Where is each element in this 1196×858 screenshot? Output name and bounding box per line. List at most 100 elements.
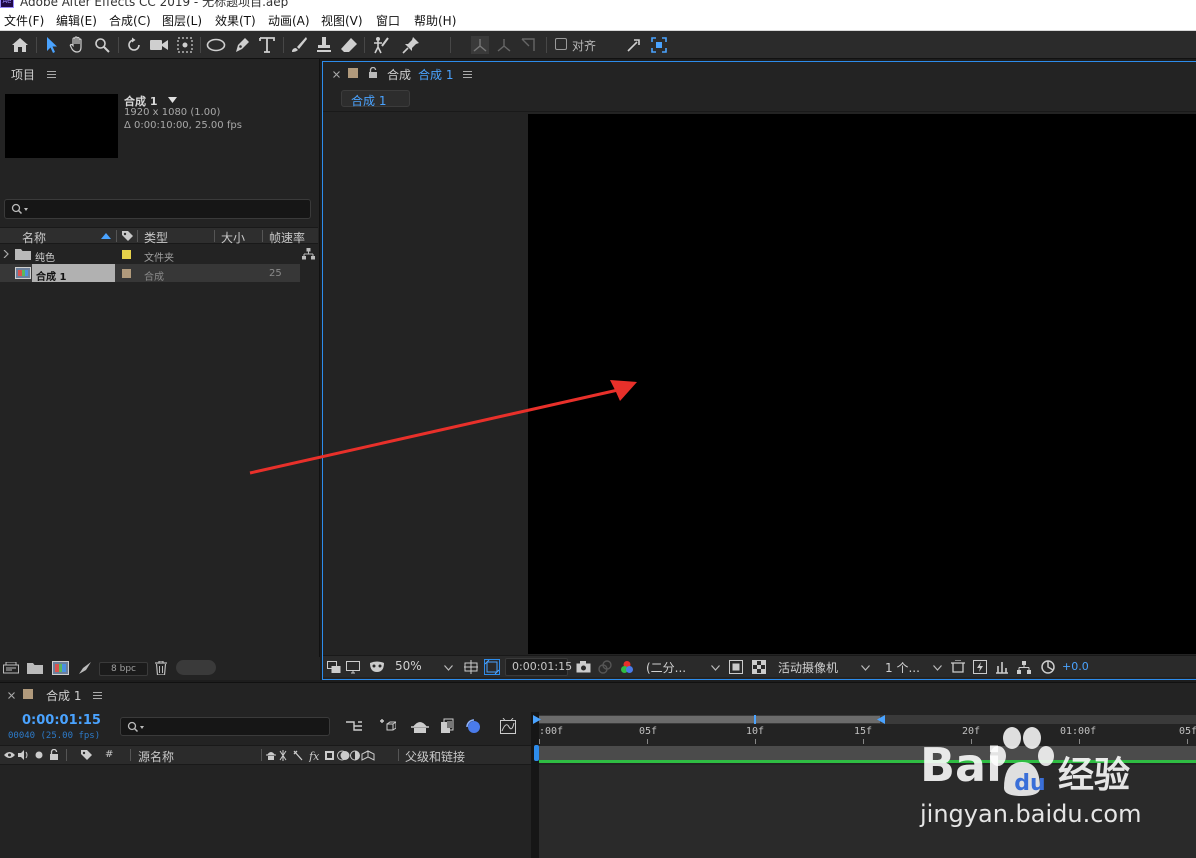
- resolution-dropdown[interactable]: (二分...: [646, 659, 686, 676]
- roto-brush-tool-icon[interactable]: [370, 35, 390, 55]
- work-area-start-handle[interactable]: [533, 715, 541, 724]
- column-size[interactable]: 大小: [221, 229, 245, 246]
- motion-blur-icon[interactable]: [465, 718, 481, 734]
- chevron-down-icon[interactable]: [711, 665, 720, 671]
- current-time-field[interactable]: 0:00:01:15: [505, 658, 572, 676]
- graph-editor-icon[interactable]: [500, 718, 516, 734]
- shy-layers-icon[interactable]: [411, 719, 429, 733]
- view-axis-mode-icon[interactable]: [518, 35, 538, 55]
- clone-stamp-tool-icon[interactable]: [314, 35, 334, 55]
- interpret-footage-icon[interactable]: [3, 662, 19, 674]
- label-color-swatch[interactable]: [122, 250, 131, 259]
- view-layout-dropdown[interactable]: 1 个...: [885, 659, 920, 676]
- project-item-row-selected[interactable]: 合成 1 合成 25: [0, 264, 300, 283]
- column-name[interactable]: 名称: [22, 229, 46, 246]
- close-icon[interactable]: [333, 71, 340, 78]
- current-time-indicator[interactable]: [534, 745, 539, 761]
- frame-blending-icon[interactable]: [440, 718, 456, 734]
- expand-arrow-icon[interactable]: [3, 250, 9, 258]
- menu-window[interactable]: 窗口: [376, 12, 400, 29]
- menu-file[interactable]: 文件(F): [4, 12, 44, 29]
- close-icon[interactable]: [8, 692, 15, 699]
- toggle-pixel-aspect-icon[interactable]: [950, 659, 966, 675]
- bit-depth-button[interactable]: 8 bpc: [99, 662, 148, 676]
- pen-tool-icon[interactable]: [232, 35, 252, 55]
- pan-behind-tool-icon[interactable]: [175, 35, 195, 55]
- snapshot-camera-icon[interactable]: [575, 659, 591, 675]
- project-search-input[interactable]: [4, 199, 311, 219]
- menu-animation[interactable]: 动画(A): [268, 12, 310, 29]
- panel-menu-icon[interactable]: [93, 692, 102, 699]
- selection-tool-icon[interactable]: [42, 35, 62, 55]
- puppet-pin-tool-icon[interactable]: [401, 35, 421, 55]
- zoom-value[interactable]: 50%: [395, 659, 422, 673]
- lock-icon[interactable]: [368, 67, 378, 78]
- project-item-row[interactable]: 纯色 文件夹: [0, 245, 318, 264]
- zoom-tool-icon[interactable]: [92, 35, 112, 55]
- comp-navigator-tab[interactable]: 合成 1: [341, 90, 410, 108]
- fast-previews-icon[interactable]: [972, 659, 988, 675]
- column-source-name[interactable]: 源名称: [138, 748, 174, 765]
- menu-view[interactable]: 视图(V): [321, 12, 363, 29]
- flowchart-icon[interactable]: [302, 248, 315, 260]
- panel-menu-icon[interactable]: [47, 71, 56, 78]
- menu-layer[interactable]: 图层(L): [162, 12, 202, 29]
- hand-tool-icon[interactable]: [67, 35, 87, 55]
- new-folder-icon[interactable]: [27, 662, 43, 674]
- audio-icon[interactable]: [18, 750, 29, 760]
- snap-checkbox[interactable]: [555, 38, 567, 50]
- menu-composition[interactable]: 合成(C): [109, 12, 151, 29]
- timeline-tab-name[interactable]: 合成 1: [46, 687, 81, 704]
- timeline-panel-divider[interactable]: [531, 712, 539, 858]
- color-channels-icon[interactable]: [619, 659, 635, 675]
- solo-icon[interactable]: [35, 751, 43, 759]
- project-settings-icon[interactable]: [78, 661, 92, 675]
- trash-icon[interactable]: [155, 661, 167, 675]
- video-visibility-icon[interactable]: [4, 751, 15, 759]
- reset-exposure-icon[interactable]: [1040, 659, 1056, 675]
- checkerboard-icon[interactable]: [751, 659, 767, 675]
- world-axis-mode-icon[interactable]: [494, 35, 514, 55]
- work-area-range[interactable]: [539, 716, 880, 723]
- transparency-grid-icon[interactable]: [484, 659, 500, 675]
- fit-to-view-icon[interactable]: [463, 659, 479, 675]
- local-axis-mode-icon[interactable]: [470, 35, 490, 55]
- ellipse-tool-icon[interactable]: [206, 35, 226, 55]
- always-preview-icon[interactable]: [326, 659, 342, 675]
- menu-edit[interactable]: 编辑(E): [56, 12, 97, 29]
- monitor-icon[interactable]: [345, 659, 361, 675]
- exposure-value[interactable]: +0.0: [1062, 660, 1089, 673]
- label-tag-icon[interactable]: [121, 230, 134, 242]
- label-color-swatch[interactable]: [122, 269, 131, 278]
- sort-ascending-icon[interactable]: [101, 233, 111, 239]
- panel-menu-icon[interactable]: [463, 71, 472, 78]
- snap-feature-icon[interactable]: [649, 35, 669, 55]
- comp-mini-flowchart-icon[interactable]: [345, 719, 363, 733]
- menu-help[interactable]: 帮助(H): [414, 12, 456, 29]
- timeline-search-input[interactable]: [120, 717, 330, 736]
- used-in-dropdown-icon[interactable]: [168, 97, 177, 103]
- new-composition-icon[interactable]: [52, 661, 69, 675]
- timeline-current-time[interactable]: 0:00:01:15: [22, 713, 101, 728]
- camera-view-dropdown[interactable]: 活动摄像机: [778, 659, 838, 676]
- mask-visibility-icon[interactable]: [369, 659, 385, 675]
- project-panel-title[interactable]: 项目: [11, 66, 35, 83]
- layer-switches-icons[interactable]: fx: [266, 749, 394, 762]
- draft-3d-icon[interactable]: [378, 717, 396, 735]
- thumbnail-zoom-slider[interactable]: [176, 660, 216, 675]
- region-of-interest-icon[interactable]: [728, 659, 744, 675]
- type-tool-icon[interactable]: [257, 35, 277, 55]
- chevron-down-icon[interactable]: [933, 665, 942, 671]
- viewer-tab-comp-name[interactable]: 合成 1: [418, 66, 453, 83]
- chevron-down-icon[interactable]: [861, 665, 870, 671]
- eraser-tool-icon[interactable]: [339, 35, 359, 55]
- brush-tool-icon[interactable]: [289, 35, 309, 55]
- column-parent-link[interactable]: 父级和链接: [405, 748, 465, 765]
- comp-flowchart-icon[interactable]: [1016, 659, 1032, 675]
- snap-options-icon[interactable]: [624, 35, 644, 55]
- show-snapshot-icon[interactable]: [597, 659, 613, 675]
- lock-icon[interactable]: [49, 749, 59, 760]
- home-icon[interactable]: [10, 35, 30, 55]
- label-tag-icon[interactable]: [80, 749, 93, 761]
- column-framerate[interactable]: 帧速率: [269, 229, 305, 246]
